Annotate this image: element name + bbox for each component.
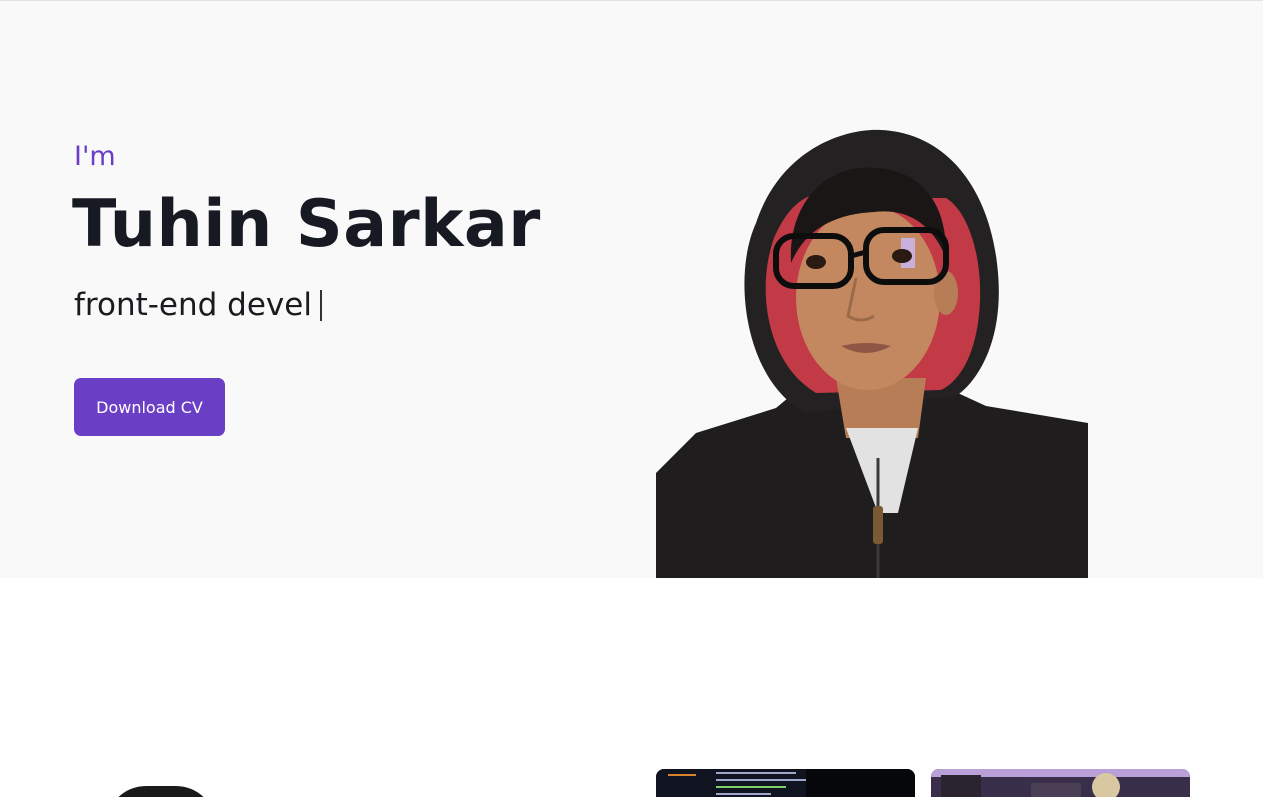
gallery-image-code (656, 769, 915, 797)
about-avatar (106, 786, 216, 797)
gallery-image-desk (931, 769, 1190, 797)
profile-photo (656, 129, 1088, 578)
typing-cursor (319, 289, 322, 321)
hero-greeting: I'm (74, 141, 116, 172)
hero-section: I'm Tuhin Sarkar front-end devel Downloa… (0, 1, 1263, 578)
hero-name: Tuhin Sarkar (72, 187, 541, 262)
hero-role-line: front-end devel (74, 287, 322, 323)
download-cv-button[interactable]: Download CV (74, 378, 225, 436)
hero-role-typed: front-end devel (74, 287, 312, 323)
